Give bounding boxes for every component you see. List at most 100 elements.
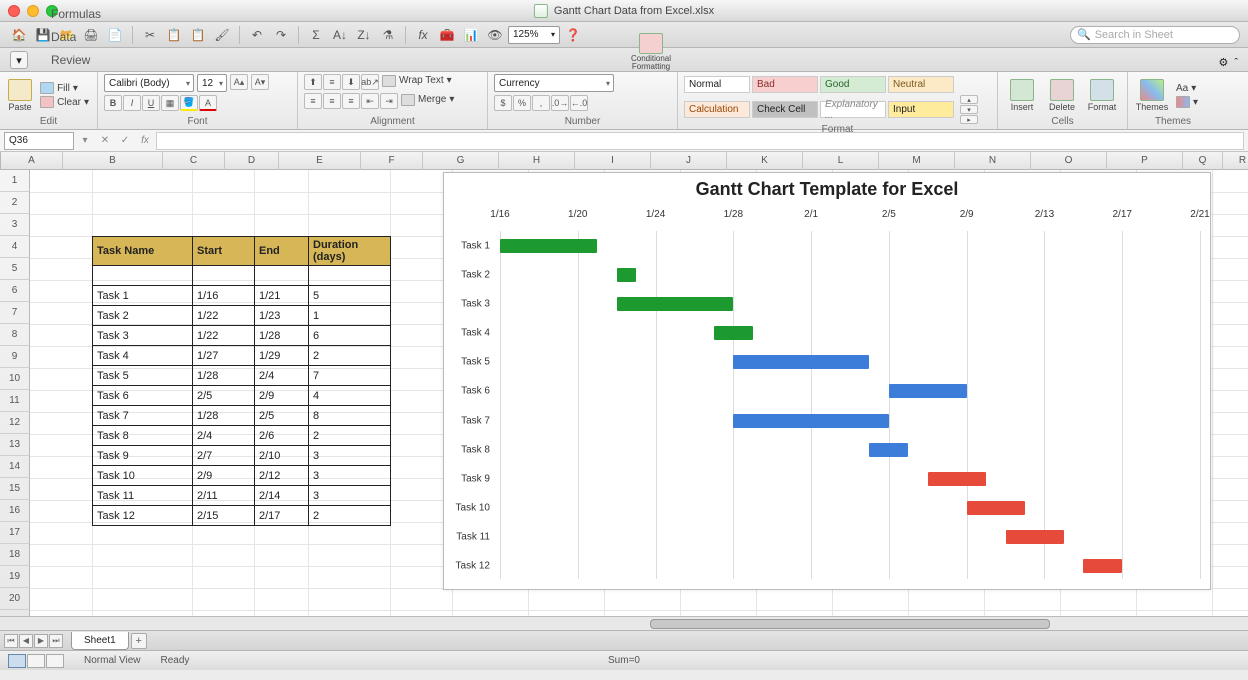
format-painter-icon[interactable]: 🖌 [211,25,233,45]
merge-button[interactable]: Merge ▾ [399,93,456,106]
font-color-button[interactable]: A [199,95,217,111]
horizontal-scrollbar[interactable] [0,616,1248,630]
ribbon-options-icon[interactable]: ⚙ [1218,56,1228,69]
row-header[interactable]: 20 [0,588,30,610]
show-hide-icon[interactable]: 👁 [484,25,506,45]
help-icon[interactable]: ❓ [562,25,584,45]
col-header[interactable]: H [499,152,575,170]
col-header[interactable]: E [279,152,361,170]
gantt-bar[interactable] [869,443,908,457]
tab-data[interactable]: Data [36,25,116,48]
col-header[interactable]: Q [1183,152,1223,170]
gantt-bar[interactable] [500,239,597,253]
row-header[interactable]: 6 [0,280,30,302]
gantt-bar[interactable] [928,472,986,486]
chart-icon[interactable]: 📊 [460,25,482,45]
col-header[interactable]: A [1,152,63,170]
table-row[interactable]: Task 71/282/58 [93,406,391,426]
home-icon[interactable]: 🏠 [8,25,30,45]
insert-button[interactable]: Insert [1004,75,1040,115]
italic-button[interactable]: I [123,95,141,111]
col-header[interactable]: I [575,152,651,170]
sheet-nav-prev-icon[interactable]: ◀ [19,634,33,648]
delete-button[interactable]: Delete [1044,75,1080,115]
col-header[interactable]: R [1223,152,1248,170]
row-header[interactable]: 15 [0,478,30,500]
sheet-nav-next-icon[interactable]: ▶ [34,634,48,648]
ribbon-collapse-icon[interactable]: ˆ [1234,57,1238,69]
name-box[interactable]: Q36 [4,132,74,150]
table-row[interactable]: Task 51/282/47 [93,366,391,386]
row-header[interactable]: 3 [0,214,30,236]
row-header[interactable]: 19 [0,566,30,588]
paste-button[interactable]: Paste [6,75,34,115]
table-row[interactable]: Task 11/161/215 [93,286,391,306]
style-check-cell[interactable]: Check Cell [752,101,818,118]
search-input[interactable]: 🔍 Search in Sheet [1070,26,1240,44]
add-sheet-button[interactable]: + [131,633,147,649]
cut-icon[interactable]: ✂ [139,25,161,45]
tab-review[interactable]: Review [36,48,116,71]
col-header[interactable]: D [225,152,279,170]
col-header[interactable]: C [163,152,225,170]
sheet-tab-active[interactable]: Sheet1 [71,632,129,650]
row-header[interactable]: 13 [0,434,30,456]
tab-formulas[interactable]: Formulas [36,2,116,25]
gantt-bar[interactable] [617,268,636,282]
col-header[interactable]: M [879,152,955,170]
table-row[interactable]: Task 62/52/94 [93,386,391,406]
styles-up-icon[interactable]: ▴ [960,95,978,104]
table-row[interactable]: Task 31/221/286 [93,326,391,346]
align-right-button[interactable]: ≡ [342,93,360,109]
page-layout-view-icon[interactable] [27,654,45,668]
row-header[interactable]: 12 [0,412,30,434]
bold-button[interactable]: B [104,95,122,111]
indent-right-button[interactable]: ⇥ [380,93,398,109]
grid[interactable]: Task NameStartEndDuration (days)Task 11/… [30,170,1248,630]
orientation-button[interactable]: ab↗ [361,74,379,90]
fill-button[interactable]: Fill ▾ [38,82,91,95]
gantt-bar[interactable] [733,414,889,428]
increase-decimal-button[interactable]: .0→ [551,95,569,111]
increase-font-button[interactable]: A▴ [230,74,248,90]
table-row[interactable]: Task 82/42/62 [93,426,391,446]
sum-icon[interactable]: Σ [305,25,327,45]
filter-icon[interactable]: ⚗ [377,25,399,45]
gantt-bar[interactable] [1006,530,1064,544]
col-header[interactable]: F [361,152,423,170]
underline-button[interactable]: U [142,95,160,111]
conditional-formatting-button[interactable]: Conditional Formatting [626,32,676,72]
row-header[interactable]: 11 [0,390,30,412]
theme-colors-button[interactable]: ▾ [1174,96,1200,109]
row-header[interactable]: 9 [0,346,30,368]
style-good[interactable]: Good [820,76,886,93]
col-header[interactable]: N [955,152,1031,170]
fill-color-button[interactable]: 🪣 [180,95,198,111]
row-header[interactable]: 1 [0,170,30,192]
gantt-bar[interactable] [967,501,1025,515]
style-bad[interactable]: Bad [752,76,818,93]
gantt-bar[interactable] [1083,559,1122,573]
table-row[interactable]: Task 102/92/123 [93,466,391,486]
indent-left-button[interactable]: ⇤ [361,93,379,109]
toolbox-icon[interactable]: 🧰 [436,25,458,45]
page-break-view-icon[interactable] [46,654,64,668]
col-header[interactable]: K [727,152,803,170]
row-header[interactable]: 18 [0,544,30,566]
theme-fonts-button[interactable]: Aa▾ [1174,82,1200,95]
close-icon[interactable] [8,5,20,17]
row-header[interactable]: 14 [0,456,30,478]
row-header[interactable]: 10 [0,368,30,390]
sheet-nav-last-icon[interactable]: ⏭ [49,634,63,648]
table-row[interactable]: Task 92/72/103 [93,446,391,466]
accept-formula-icon[interactable]: ✓ [116,133,134,149]
formula-input[interactable] [156,132,1244,150]
comma-button[interactable]: , [532,95,550,111]
undo-icon[interactable]: ↶ [246,25,268,45]
worksheet[interactable]: ABCDEFGHIJKLMNOPQR 123456789101112131415… [0,152,1248,630]
row-header[interactable]: 17 [0,522,30,544]
table-row[interactable]: Task 41/271/292 [93,346,391,366]
gantt-bar[interactable] [733,355,869,369]
normal-view-icon[interactable] [8,654,26,668]
style-calculation[interactable]: Calculation [684,101,750,118]
